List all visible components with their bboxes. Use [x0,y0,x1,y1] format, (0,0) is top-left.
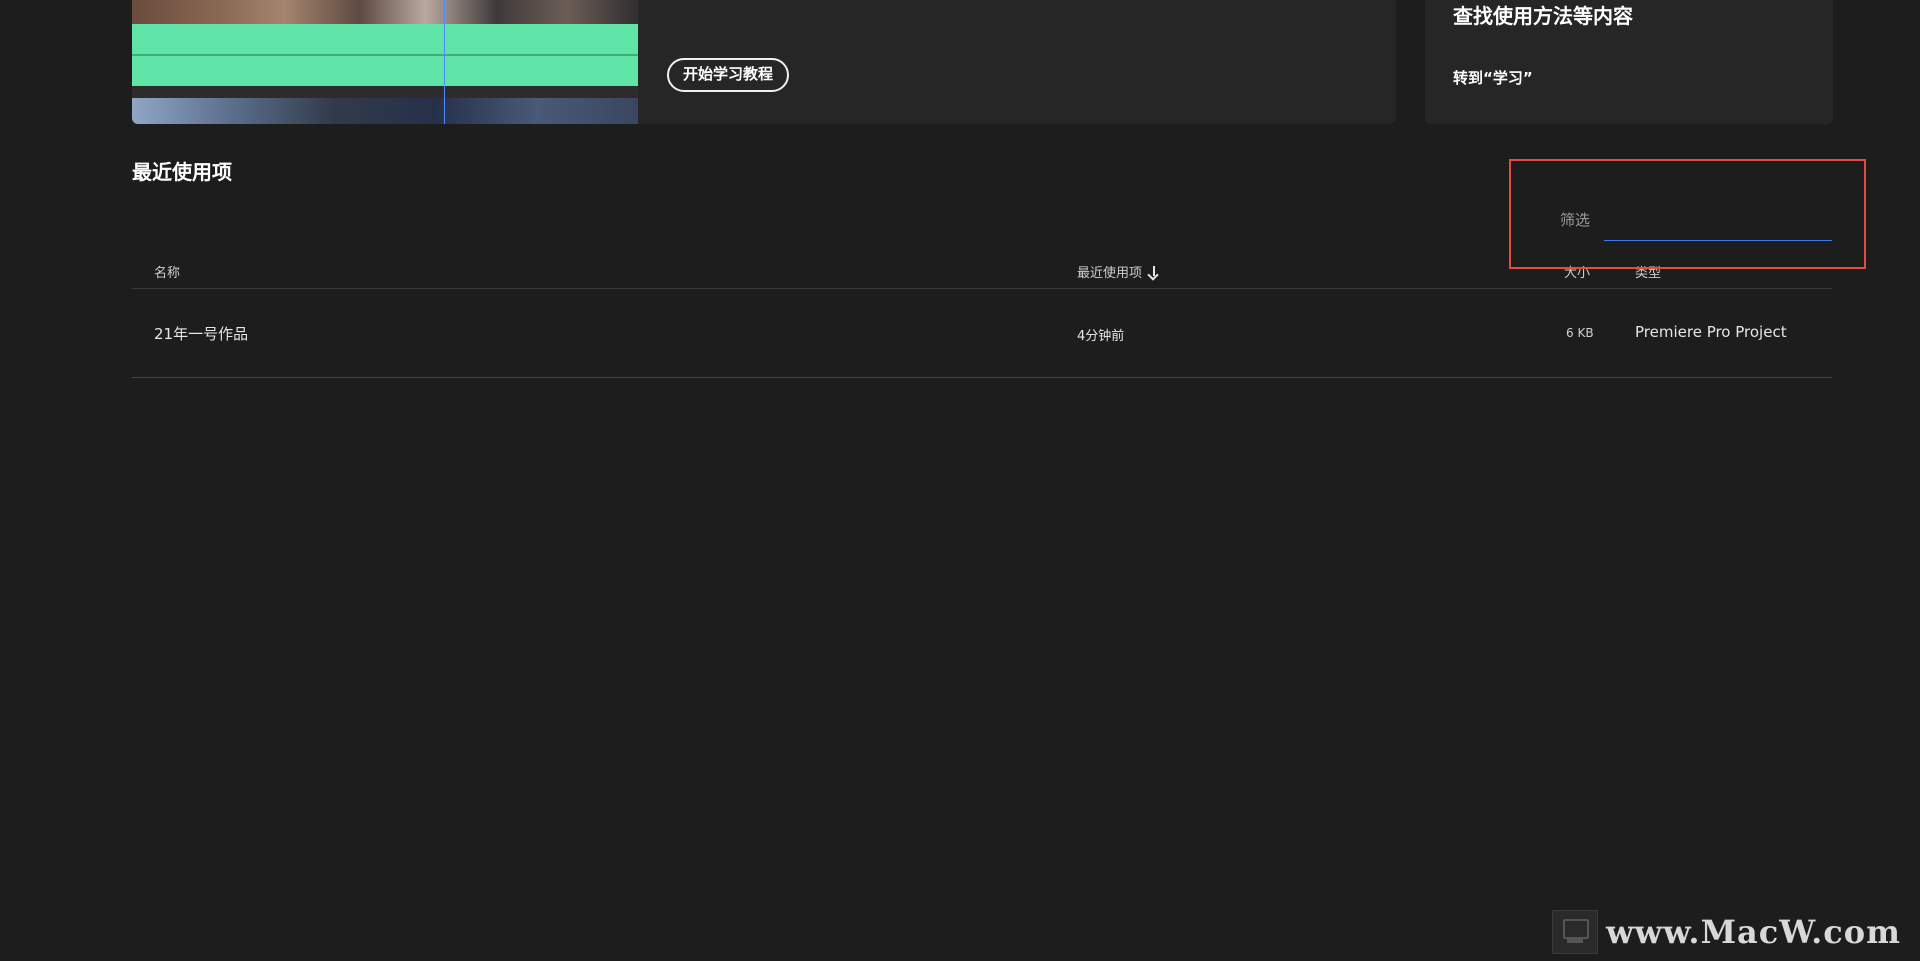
column-header-size[interactable]: 大小 [1564,262,1590,281]
column-header-name[interactable]: 名称 [154,262,180,281]
audio-waveform [132,56,638,86]
filter-input[interactable] [1604,202,1832,241]
audio-waveform [132,24,638,54]
learn-card: 查找使用方法等内容 转到“学习” [1425,0,1833,124]
tutorial-thumbnail [132,0,638,124]
go-to-learn-link[interactable]: 转到“学习” [1453,67,1533,88]
table-row[interactable]: 21年一号作品 4分钟前 6 KB Premiere Pro Project [132,289,1832,378]
project-last-opened: 4分钟前 [1077,329,1125,344]
watermark-logo-icon [1552,910,1598,954]
start-tutorial-button[interactable]: 开始学习教程 [667,58,790,92]
recent-table-header: 名称 最近使用项 大小 类型 [132,258,1832,289]
tutorial-card: 开始学习教程 [132,0,1396,124]
filter-label: 筛选 [1560,211,1591,229]
video-track-thumbnail [132,98,638,124]
column-header-recent-label: 最近使用项 [1077,266,1143,281]
column-header-type[interactable]: 类型 [1635,262,1661,281]
watermark-text: www.MacW.com [1606,913,1901,951]
playhead-line [444,0,445,124]
recent-section-title: 最近使用项 [132,160,232,184]
sort-descending-icon [1148,265,1160,279]
column-header-recent[interactable]: 最近使用项 [1077,262,1160,281]
learn-card-title: 查找使用方法等内容 [1453,4,1633,28]
project-size: 6 KB [1566,326,1594,340]
project-type: Premiere Pro Project [1635,323,1787,341]
watermark: www.MacW.com [1552,910,1901,954]
video-track-thumbnail [132,0,638,24]
project-name: 21年一号作品 [154,325,249,343]
home-screen: 开始学习教程 查找使用方法等内容 转到“学习” 最近使用项 筛选 名称 最近使用… [0,0,1920,961]
